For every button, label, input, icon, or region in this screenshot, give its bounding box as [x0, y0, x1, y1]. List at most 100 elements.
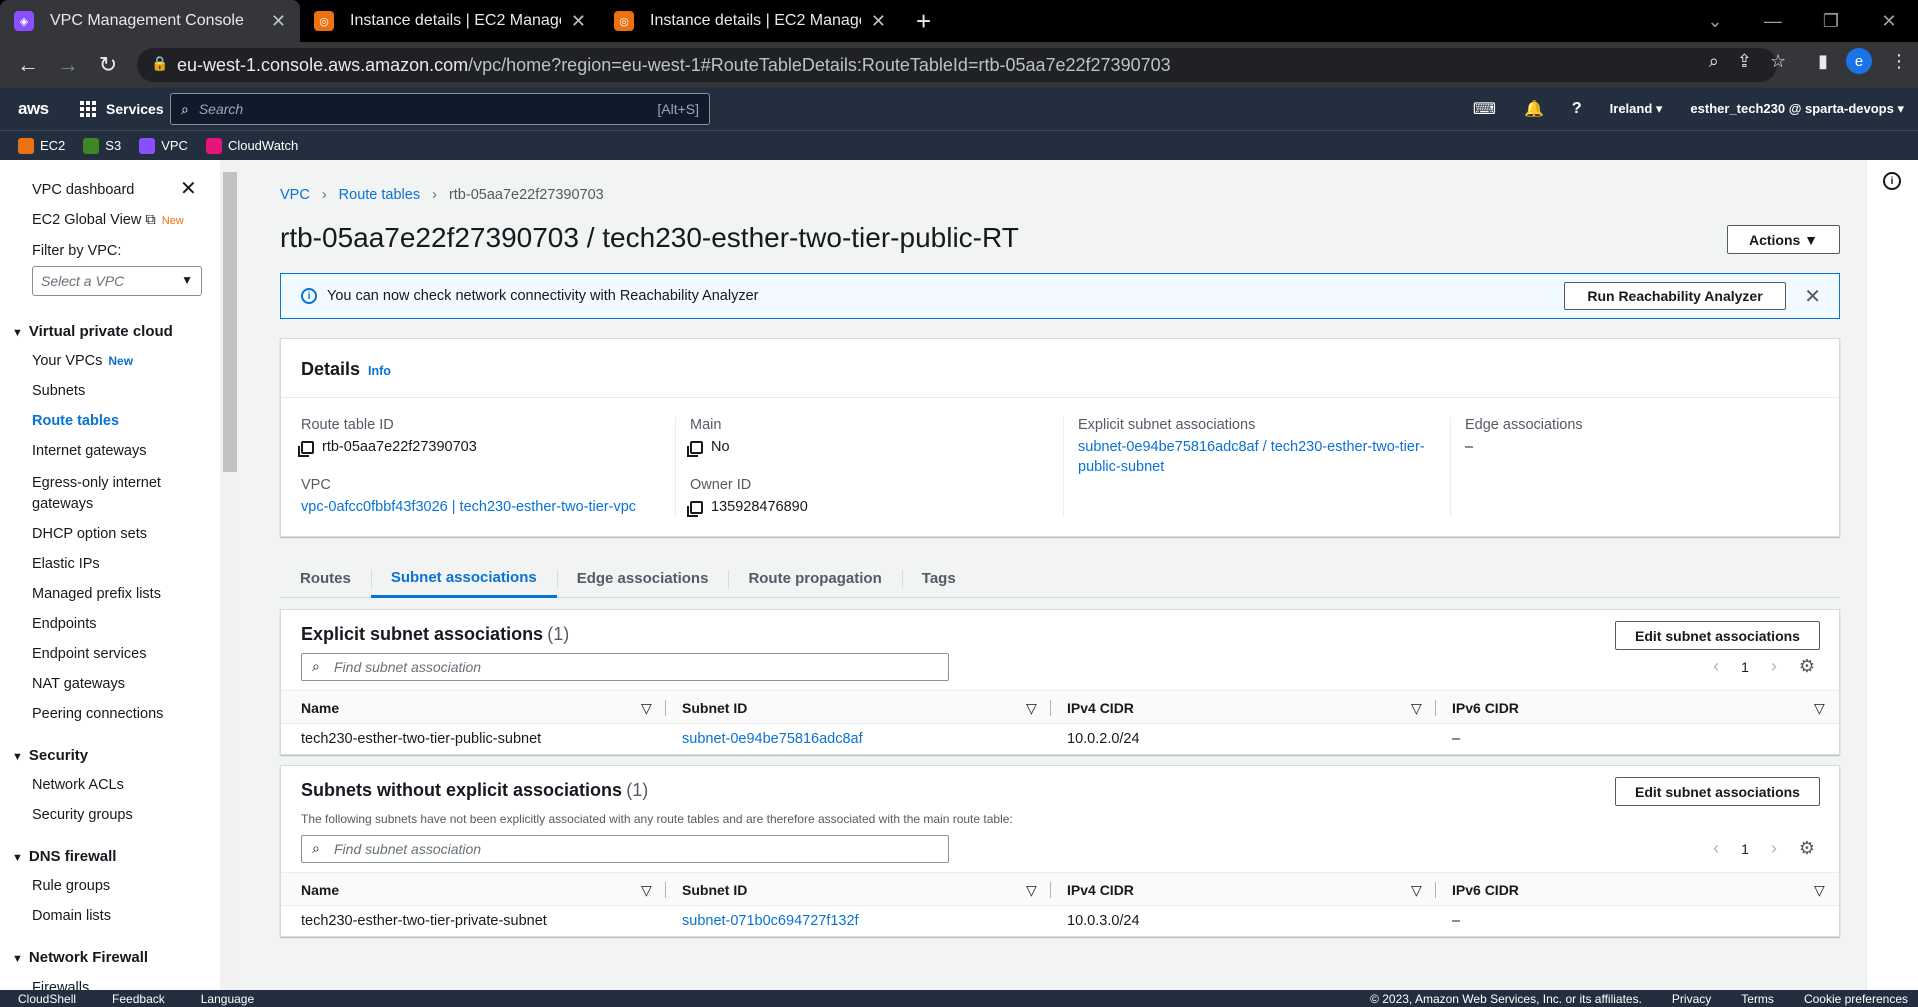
help-icon[interactable]: ? — [1572, 100, 1582, 118]
browser-tab-ec2-1[interactable]: ◎ Instance details | EC2 Manageme ✕ — [300, 0, 600, 42]
close-tab-icon[interactable]: ✕ — [271, 11, 286, 32]
sidebar-item-security-groups[interactable]: Security groups — [32, 807, 133, 823]
sidebar-item-rule-groups[interactable]: Rule groups — [32, 878, 110, 894]
scrollbar-thumb[interactable] — [223, 172, 237, 472]
tab-route-propagation[interactable]: Route propagation — [728, 560, 901, 598]
sidebar-item-peering-connections[interactable]: Peering connections — [32, 706, 163, 722]
sort-icon[interactable]: ▽ — [1026, 882, 1037, 899]
page-number[interactable]: 1 — [1741, 841, 1749, 857]
page-number[interactable]: 1 — [1741, 659, 1749, 675]
sort-icon[interactable]: ▽ — [1814, 700, 1825, 717]
aws-logo[interactable]: aws — [18, 99, 62, 119]
sidebar-item-domain-lists[interactable]: Domain lists — [32, 908, 111, 924]
sidebar-item-egress-only-internet-gateways[interactable]: Egress-only internet gateways — [32, 473, 182, 515]
sort-icon[interactable]: ▽ — [1026, 700, 1037, 717]
menu-kebab-icon[interactable]: ⋮ — [1890, 51, 1908, 72]
sidebar-item-nat-gateways[interactable]: NAT gateways — [32, 676, 125, 692]
close-nav-icon[interactable]: ✕ — [180, 176, 197, 201]
sidebar-item-network-acls[interactable]: Network ACLs — [32, 777, 124, 793]
terms-link[interactable]: Terms — [1741, 992, 1774, 1006]
cloudshell-link[interactable]: CloudShell — [18, 992, 76, 1006]
close-window-icon[interactable]: ✕ — [1860, 11, 1918, 32]
details-info-link[interactable]: Info — [368, 364, 391, 378]
close-tab-icon[interactable]: ✕ — [871, 11, 886, 32]
next-page-icon[interactable]: › — [1771, 656, 1777, 677]
section-network-firewall[interactable]: ▼ Network Firewall — [12, 949, 148, 966]
account-menu[interactable]: esther_tech230 @ sparta-devops ▾ — [1690, 101, 1904, 117]
info-icon[interactable]: i — [1883, 172, 1901, 190]
breadcrumb-vpc[interactable]: VPC — [280, 187, 310, 203]
sort-icon[interactable]: ▽ — [1814, 882, 1825, 899]
column-name[interactable]: Name — [301, 882, 339, 898]
lock-icon[interactable]: 🔒 — [151, 55, 168, 72]
forward-icon[interactable]: → — [48, 52, 88, 78]
section-dns-firewall[interactable]: ▼ DNS firewall — [12, 848, 116, 865]
sidebar-item-subnets[interactable]: Subnets — [32, 383, 85, 399]
sort-icon[interactable]: ▽ — [1411, 882, 1422, 899]
region-selector[interactable]: Ireland ▾ — [1610, 101, 1663, 117]
column-ipv6-cidr[interactable]: IPv6 CIDR — [1452, 882, 1519, 898]
section-virtual-private-cloud[interactable]: ▼ Virtual private cloud — [12, 323, 173, 340]
row-subnet-id-link[interactable]: subnet-0e94be75816adc8af — [682, 731, 863, 747]
back-icon[interactable]: ← — [8, 52, 48, 78]
browser-tab-ec2-2[interactable]: ◎ Instance details | EC2 Manageme ✕ — [600, 0, 900, 42]
side-panel-icon[interactable]: ▮ — [1818, 51, 1828, 72]
vpc-filter-select[interactable]: Select a VPC ▼ — [32, 266, 202, 296]
edit-implicit-associations-button[interactable]: Edit subnet associations — [1615, 777, 1820, 806]
favorite-ec2[interactable]: EC2 — [18, 137, 65, 154]
cookie-preferences-link[interactable]: Cookie preferences — [1804, 992, 1908, 1006]
actions-button[interactable]: Actions ▼ — [1727, 225, 1840, 254]
row-subnet-id-link[interactable]: subnet-071b0c694727f132f — [682, 913, 859, 929]
sort-icon[interactable]: ▽ — [1411, 700, 1422, 717]
zoom-icon[interactable]: ⌕ — [1709, 51, 1719, 72]
copy-icon[interactable] — [687, 440, 703, 457]
notifications-bell-icon[interactable]: 🔔 — [1524, 99, 1544, 119]
breadcrumb-route-tables[interactable]: Route tables — [339, 187, 420, 203]
tab-search-icon[interactable]: ⌄ — [1686, 11, 1744, 32]
favorite-s3[interactable]: S3 — [83, 137, 121, 154]
tab-subnet-associations[interactable]: Subnet associations — [370, 560, 557, 598]
section-security[interactable]: ▼ Security — [12, 747, 88, 764]
cloudshell-icon[interactable]: ⌨ — [1473, 99, 1496, 119]
explicit-association-link[interactable]: subnet-0e94be75816adc8af / tech230-esthe… — [1078, 439, 1425, 479]
copy-icon[interactable] — [687, 500, 703, 517]
sort-icon[interactable]: ▽ — [641, 700, 652, 717]
tab-edge-associations[interactable]: Edge associations — [556, 560, 729, 598]
sort-icon[interactable]: ▽ — [641, 882, 652, 899]
tab-routes[interactable]: Routes — [280, 560, 371, 598]
gear-icon[interactable]: ⚙ — [1799, 656, 1815, 677]
sidebar-item-elastic-ips[interactable]: Elastic IPs — [32, 556, 100, 572]
services-menu-button[interactable]: Services — [80, 101, 164, 117]
sidebar-item-firewalls[interactable]: Firewalls — [32, 980, 89, 990]
reload-icon[interactable]: ↻ — [88, 52, 128, 78]
feedback-link[interactable]: Feedback — [112, 992, 165, 1006]
next-page-icon[interactable]: › — [1771, 838, 1777, 859]
tab-tags[interactable]: Tags — [901, 560, 976, 598]
browser-tab-vpc[interactable]: ◈ VPC Management Console ✕ — [0, 0, 300, 42]
explicit-search-input[interactable]: ⌕ Find subnet association — [301, 653, 949, 681]
vpc-link[interactable]: vpc-0afcc0fbbf43f3026 | tech230-esther-t… — [301, 499, 636, 515]
sidebar-item-managed-prefix-lists[interactable]: Managed prefix lists — [32, 586, 161, 602]
prev-page-icon[interactable]: ‹ — [1713, 656, 1719, 677]
column-ipv4-cidr[interactable]: IPv4 CIDR — [1067, 882, 1134, 898]
favorite-cloudwatch[interactable]: CloudWatch — [205, 137, 298, 154]
bookmark-star-icon[interactable]: ☆ — [1770, 51, 1786, 72]
sidebar-item-ec2-global-view[interactable]: EC2 Global View ⧉ New — [32, 212, 184, 228]
copy-icon[interactable] — [298, 440, 314, 457]
sidebar-item-route-tables[interactable]: Route tables — [32, 413, 119, 429]
column-ipv4-cidr[interactable]: IPv4 CIDR — [1067, 700, 1134, 716]
share-icon[interactable]: ⇪ — [1737, 51, 1752, 72]
sidebar-item-endpoints[interactable]: Endpoints — [32, 616, 97, 632]
sidebar-item-vpc-dashboard[interactable]: VPC dashboard — [32, 182, 134, 198]
profile-avatar[interactable]: e — [1846, 48, 1872, 74]
minimize-icon[interactable]: — — [1744, 11, 1802, 32]
column-subnet-id[interactable]: Subnet ID — [682, 700, 747, 716]
sidebar-item-dhcp-option-sets[interactable]: DHCP option sets — [32, 526, 147, 542]
close-banner-icon[interactable]: ✕ — [1804, 284, 1821, 309]
column-subnet-id[interactable]: Subnet ID — [682, 882, 747, 898]
column-name[interactable]: Name — [301, 700, 339, 716]
close-tab-icon[interactable]: ✕ — [571, 11, 586, 32]
favorite-vpc[interactable]: VPC — [139, 137, 188, 154]
edit-explicit-associations-button[interactable]: Edit subnet associations — [1615, 621, 1820, 650]
aws-search-input[interactable]: ⌕ Search [Alt+S] — [170, 93, 710, 125]
